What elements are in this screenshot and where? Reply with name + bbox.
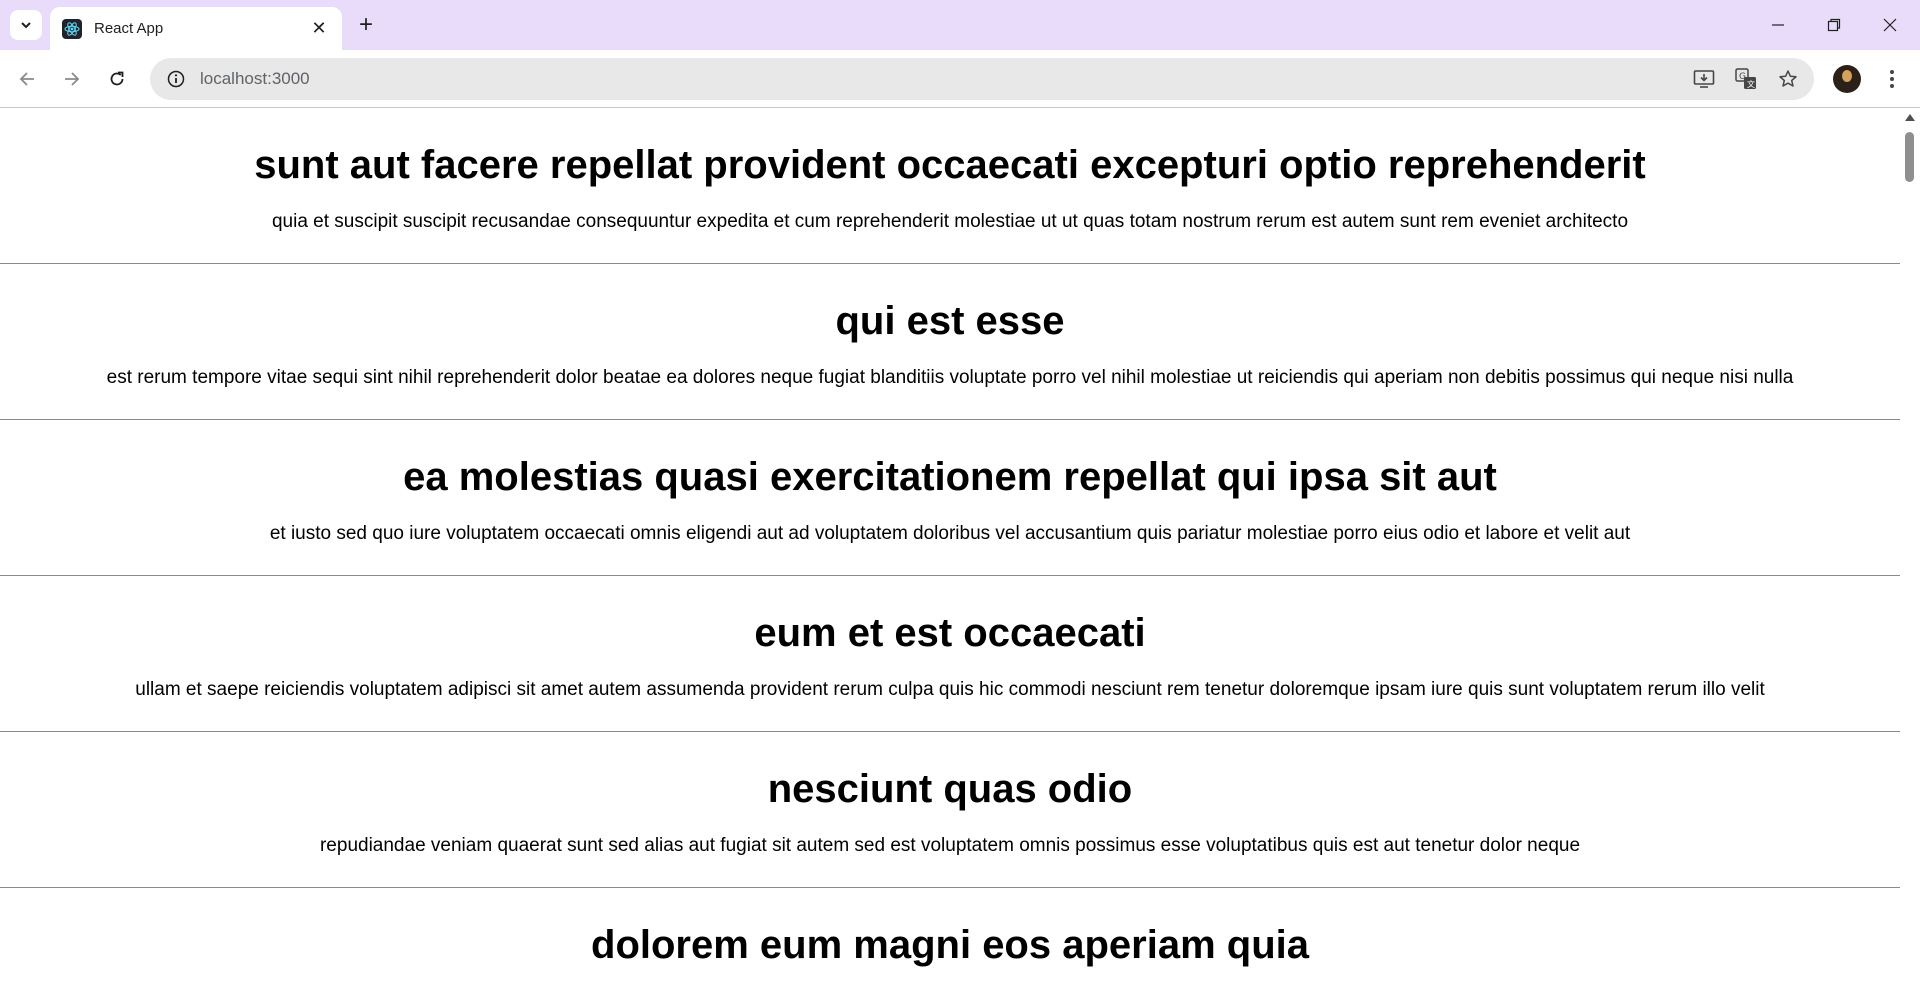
post-title: dolorem eum magni eos aperiam quia (591, 923, 1309, 967)
post-body: est rerum tempore vitae sequi sint nihil… (106, 367, 1794, 388)
new-tab-icon[interactable]: + (352, 11, 380, 39)
post-item: eum et est occaecati ullam et saepe reic… (0, 576, 1900, 732)
post-item: dolorem eum magni eos aperiam quia (0, 888, 1900, 1006)
tab-search-button[interactable] (10, 10, 42, 40)
tab-strip: React App ✕ + (0, 0, 1920, 50)
address-bar[interactable]: localhost:3000 G文 (150, 58, 1814, 100)
post-item: nesciunt quas odio repudiandae veniam qu… (0, 732, 1900, 888)
post-body: repudiandae veniam quaerat sunt sed alia… (319, 835, 1581, 856)
post-title: qui est esse (835, 299, 1065, 343)
post-item: sunt aut facere repellat provident occae… (0, 108, 1900, 264)
window-close-icon[interactable] (1862, 0, 1918, 50)
post-title: eum et est occaecati (754, 611, 1146, 655)
back-icon[interactable] (10, 62, 44, 96)
scroll-thumb[interactable] (1905, 132, 1914, 182)
translate-icon[interactable]: G文 (1734, 67, 1758, 91)
page-viewport: sunt aut facere repellat provident occae… (0, 108, 1900, 1006)
site-info-icon[interactable] (164, 67, 188, 91)
post-body: et iusto sed quo iure voluptatem occaeca… (269, 523, 1631, 544)
forward-icon[interactable] (55, 62, 89, 96)
install-app-icon[interactable] (1692, 67, 1716, 91)
post-body: ullam et saepe reiciendis voluptatem adi… (135, 679, 1765, 700)
react-favicon-icon (62, 18, 82, 39)
browser-toolbar: localhost:3000 G文 (0, 50, 1920, 108)
post-item: ea molestias quasi exercitationem repell… (0, 420, 1900, 576)
tab-title: React App (94, 20, 164, 37)
bookmark-star-icon[interactable] (1776, 67, 1800, 91)
chevron-down-icon (21, 22, 31, 29)
post-item: qui est esse est rerum tempore vitae seq… (0, 264, 1900, 420)
scroll-up-arrow-icon[interactable] (1905, 114, 1915, 121)
restore-icon[interactable] (1806, 0, 1862, 50)
svg-text:文: 文 (1747, 79, 1755, 89)
url-text[interactable]: localhost:3000 (200, 69, 310, 89)
menu-kebab-icon[interactable] (1878, 65, 1906, 93)
profile-avatar[interactable] (1833, 65, 1861, 93)
post-body: quia et suscipit suscipit recusandae con… (271, 211, 1629, 232)
minimize-icon[interactable] (1750, 0, 1806, 50)
post-title: sunt aut facere repellat provident occae… (254, 143, 1646, 187)
page-scrollbar[interactable] (1900, 108, 1920, 1006)
tab-react-app[interactable]: React App ✕ (50, 7, 342, 50)
close-icon[interactable]: ✕ (308, 18, 330, 40)
post-title: nesciunt quas odio (767, 767, 1133, 811)
post-title: ea molestias quasi exercitationem repell… (403, 455, 1497, 499)
reload-icon[interactable] (100, 62, 134, 96)
